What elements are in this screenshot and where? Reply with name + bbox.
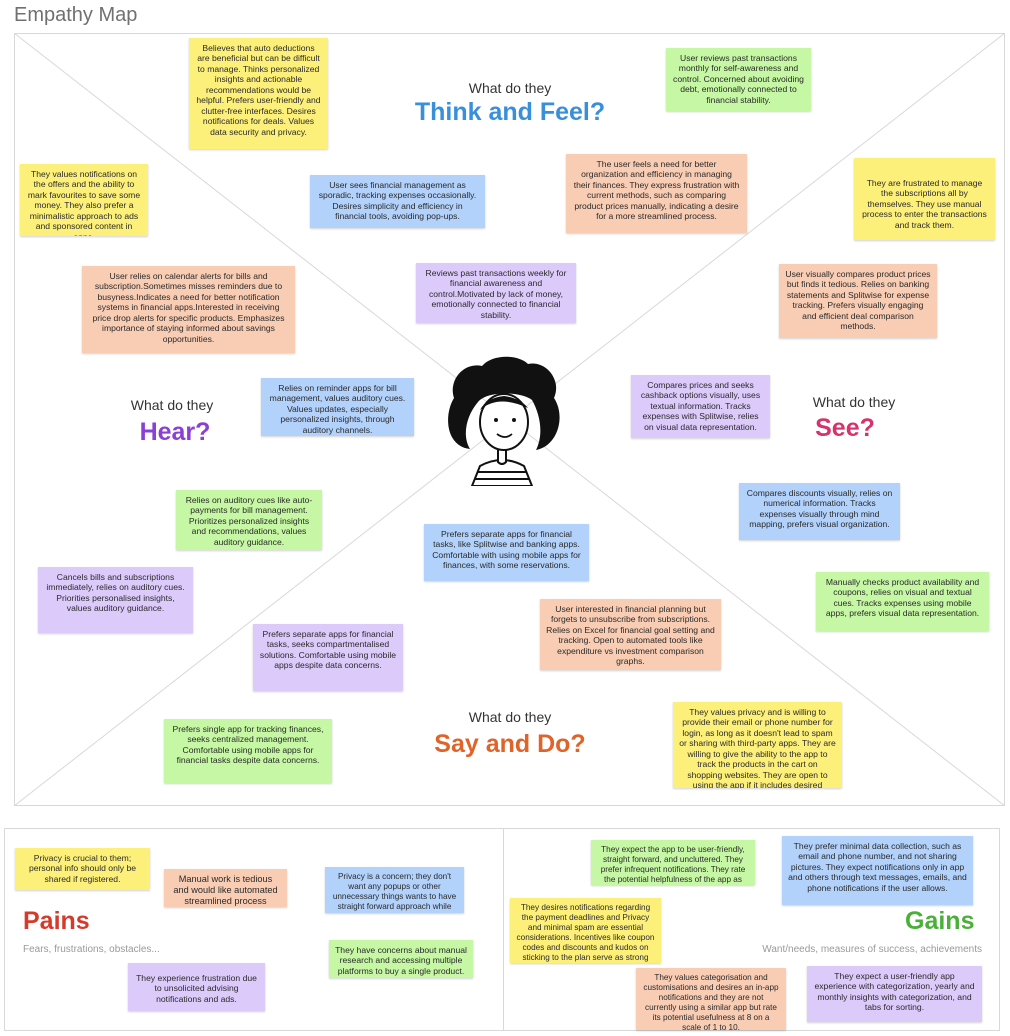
gains-subtitle: Want/needs, measures of success, achieve… — [762, 944, 982, 955]
sticky-note: Cancels bills and subscriptions immediat… — [38, 567, 193, 633]
sticky-note: They are frustrated to manage the subscr… — [854, 158, 995, 240]
sticky-note: Relies on reminder apps for bill managem… — [261, 378, 414, 436]
think-pre-label: What do they — [468, 80, 552, 96]
pains-note: Manual work is tedious and would like au… — [164, 869, 287, 907]
sticky-note: Prefers separate apps for financial task… — [424, 524, 589, 581]
sticky-note: They values notifications on the offers … — [20, 164, 148, 236]
pains-note: Privacy is a concern; they don't want an… — [325, 867, 464, 913]
gains-note: They expect a user-friendly app experien… — [807, 966, 982, 1022]
sticky-note: User reviews past transactions monthly f… — [666, 48, 811, 111]
pains-note: They experience frustration due to unsol… — [128, 963, 265, 1011]
gains-note: They values categorisation and customisa… — [636, 968, 786, 1030]
sticky-note: Believes that auto deductions are benefi… — [189, 38, 328, 149]
pains-note: They have concerns about manual research… — [329, 940, 473, 978]
sticky-note: User interested in financial planning bu… — [540, 599, 721, 670]
sticky-note: User visually compares product prices bu… — [779, 264, 937, 338]
pains-note: Privacy is crucial to them; personal inf… — [15, 848, 150, 890]
sticky-note: Relies on auditory cues like auto-paymen… — [176, 490, 322, 550]
see-heading: See? — [815, 414, 875, 442]
pains-heading: Pains — [23, 907, 90, 935]
gains-note: They expect the app to be user-friendly,… — [591, 840, 755, 885]
gains-note: They desires notifications regarding the… — [510, 898, 661, 963]
sticky-note: Compares discounts visually, relies on n… — [739, 483, 900, 540]
sticky-note: Prefers single app for tracking finances… — [164, 719, 332, 783]
sticky-note: Prefers separate apps for financial task… — [253, 624, 403, 691]
person-with-curly-hair-icon — [440, 354, 565, 487]
see-pre-label: What do they — [812, 394, 896, 410]
sticky-note: Reviews past transactions weekly for fin… — [416, 263, 576, 323]
say-heading: Say and Do? — [434, 730, 586, 758]
think-heading: Think and Feel? — [414, 98, 606, 126]
sticky-note: Manually checks product availability and… — [816, 572, 989, 631]
say-pre-label: What do they — [468, 709, 552, 725]
sticky-note: User sees financial management as sporad… — [310, 175, 485, 228]
gains-heading: Gains — [905, 907, 975, 935]
pains-gains-divider — [503, 828, 504, 1031]
sticky-note: The user feels a need for better organiz… — [566, 154, 747, 233]
sticky-note: They values privacy and is willing to pr… — [673, 702, 842, 788]
hear-heading: Hear? — [139, 418, 211, 446]
sticky-note: Compares prices and seeks cashback optio… — [631, 375, 770, 438]
pains-subtitle: Fears, frustrations, obstacles... — [23, 944, 160, 955]
gains-note: They prefer minimal data collection, suc… — [782, 836, 973, 905]
hear-pre-label: What do they — [130, 397, 214, 413]
page-title: Empathy Map — [14, 4, 138, 26]
sticky-note: User relies on calendar alerts for bills… — [82, 266, 295, 353]
